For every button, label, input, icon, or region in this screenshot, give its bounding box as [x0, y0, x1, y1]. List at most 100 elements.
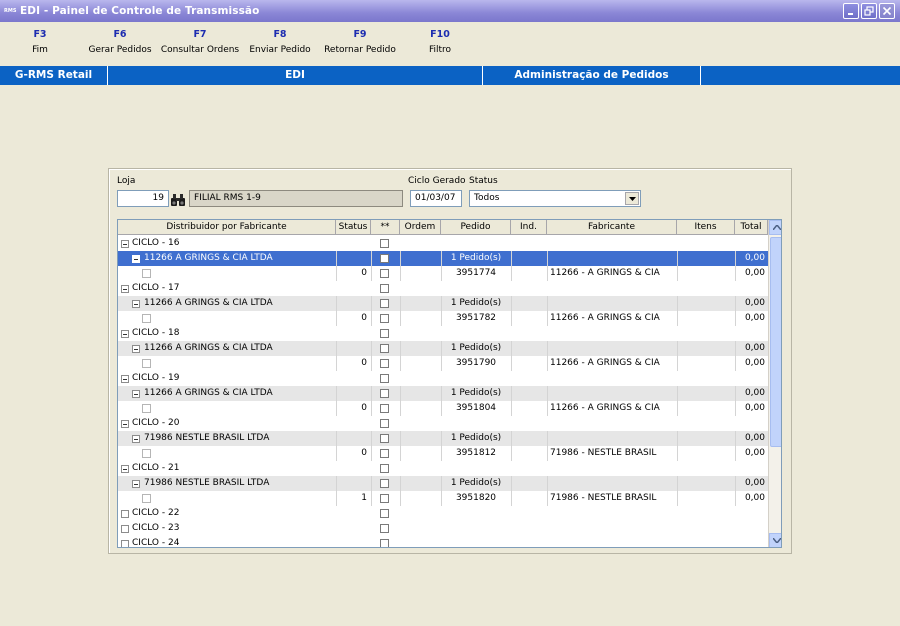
binoculars-search-icon[interactable]	[170, 192, 186, 208]
table-row[interactable]: CICLO - 18	[118, 326, 768, 341]
fkey-f9-retornar-pedido[interactable]: F9 Retornar Pedido	[320, 28, 400, 58]
table-row[interactable]: CICLO - 17	[118, 281, 768, 296]
table-row[interactable]: CICLO - 16	[118, 236, 768, 251]
orders-grid: Distribuidor por Fabricante Status ** Or…	[117, 219, 782, 548]
pedido-count: 1 Pedido(s)	[450, 388, 502, 398]
table-row[interactable]: 11266 A GRINGS & CIA LTDA 1 Pedido(s) 0,00	[118, 296, 768, 311]
row-checkbox[interactable]	[380, 434, 389, 443]
row-checkbox[interactable]	[380, 509, 389, 518]
col-total[interactable]: Total	[735, 220, 768, 235]
col-status[interactable]: Status	[336, 220, 371, 235]
table-row[interactable]: 1 3951820 71986 - NESTLE BRASIL 0,00	[118, 491, 768, 506]
total-value: 0,00	[744, 358, 765, 368]
empty-node-icon[interactable]	[121, 525, 129, 533]
close-icon	[882, 6, 892, 16]
row-checkbox[interactable]	[380, 464, 389, 473]
col-itens[interactable]: Itens	[677, 220, 735, 235]
table-row[interactable]: CICLO - 23	[118, 521, 768, 536]
table-row[interactable]: 0 3951774 11266 - A GRINGS & CIA 0,00	[118, 266, 768, 281]
row-checkbox[interactable]	[380, 449, 389, 458]
collapse-icon[interactable]	[132, 345, 140, 353]
table-row[interactable]: CICLO - 24	[118, 536, 768, 547]
collapse-icon[interactable]	[132, 435, 140, 443]
column-divider	[547, 296, 548, 311]
col-flag[interactable]: **	[371, 220, 400, 235]
row-checkbox[interactable]	[380, 284, 389, 293]
row-checkbox[interactable]	[380, 299, 389, 308]
distribuidor-label: 11266 A GRINGS & CIA LTDA	[144, 253, 273, 263]
fkey-f7-consultar-ordens[interactable]: F7 Consultar Ordens	[160, 28, 240, 58]
vertical-scrollbar[interactable]	[768, 220, 781, 547]
total-value: 0,00	[744, 343, 765, 353]
empty-node-icon[interactable]	[121, 540, 129, 547]
row-checkbox[interactable]	[380, 389, 389, 398]
fabricante-value: 11266 - A GRINGS & CIA	[550, 268, 660, 278]
table-row[interactable]: 11266 A GRINGS & CIA LTDA 1 Pedido(s) 0,00	[118, 386, 768, 401]
column-divider	[400, 401, 401, 416]
collapse-icon[interactable]	[121, 285, 129, 293]
row-checkbox[interactable]	[380, 374, 389, 383]
status-select[interactable]: Todos	[469, 190, 641, 207]
collapse-icon[interactable]	[121, 465, 129, 473]
restore-button[interactable]	[861, 3, 877, 19]
fkey-f8-enviar-pedido[interactable]: F8 Enviar Pedido	[247, 28, 313, 58]
dropdown-arrow-icon[interactable]	[625, 192, 639, 205]
row-checkbox[interactable]	[380, 239, 389, 248]
table-row[interactable]: 11266 A GRINGS & CIA LTDA 1 Pedido(s) 0,00	[118, 251, 768, 266]
column-divider	[547, 401, 548, 416]
scroll-thumb[interactable]	[770, 237, 781, 447]
row-checkbox[interactable]	[380, 254, 389, 263]
table-row[interactable]: 0 3951804 11266 - A GRINGS & CIA 0,00	[118, 401, 768, 416]
row-checkbox[interactable]	[380, 479, 389, 488]
row-checkbox[interactable]	[380, 539, 389, 547]
total-value: 0,00	[744, 253, 765, 263]
table-row[interactable]: CICLO - 22	[118, 506, 768, 521]
collapse-icon[interactable]	[121, 375, 129, 383]
total-value: 0,00	[744, 313, 765, 323]
collapse-icon[interactable]	[121, 330, 129, 338]
table-row[interactable]: CICLO - 19	[118, 371, 768, 386]
row-checkbox[interactable]	[380, 419, 389, 428]
row-checkbox[interactable]	[380, 344, 389, 353]
collapse-icon[interactable]	[121, 420, 129, 428]
row-checkbox[interactable]	[380, 404, 389, 413]
row-checkbox[interactable]	[380, 494, 389, 503]
column-divider	[371, 311, 372, 326]
screen-name: Administração de Pedidos	[483, 66, 701, 85]
table-row[interactable]: CICLO - 21	[118, 461, 768, 476]
scroll-up-button[interactable]	[769, 220, 781, 235]
collapse-icon[interactable]	[132, 390, 140, 398]
collapse-icon[interactable]	[121, 240, 129, 248]
fkey-f3-fim[interactable]: F3 Fim	[22, 28, 58, 58]
collapse-icon[interactable]	[132, 300, 140, 308]
row-checkbox[interactable]	[380, 329, 389, 338]
row-checkbox[interactable]	[380, 314, 389, 323]
table-row[interactable]: 71986 NESTLE BRASIL LTDA 1 Pedido(s) 0,00	[118, 476, 768, 491]
table-row[interactable]: 0 3951782 11266 - A GRINGS & CIA 0,00	[118, 311, 768, 326]
collapse-icon[interactable]	[132, 255, 140, 263]
minimize-button[interactable]	[843, 3, 859, 19]
table-row[interactable]: CICLO - 20	[118, 416, 768, 431]
empty-node-icon[interactable]	[121, 510, 129, 518]
fkey-f6-gerar-pedidos[interactable]: F6 Gerar Pedidos	[88, 28, 152, 58]
col-distribuidor[interactable]: Distribuidor por Fabricante	[118, 220, 336, 235]
fkey-f10-filtro[interactable]: F10 Filtro	[420, 28, 460, 58]
table-row[interactable]: 0 3951812 71986 - NESTLE BRASIL 0,00	[118, 446, 768, 461]
table-row[interactable]: 71986 NESTLE BRASIL LTDA 1 Pedido(s) 0,00	[118, 431, 768, 446]
ciclo-gerado-input[interactable]: 01/03/07	[410, 190, 462, 207]
row-checkbox[interactable]	[380, 269, 389, 278]
table-row[interactable]: 0 3951790 11266 - A GRINGS & CIA 0,00	[118, 356, 768, 371]
col-ind[interactable]: Ind.	[511, 220, 547, 235]
collapse-icon[interactable]	[132, 480, 140, 488]
col-fabricante[interactable]: Fabricante	[547, 220, 677, 235]
loja-input[interactable]: 19	[117, 190, 169, 207]
column-divider	[547, 386, 548, 401]
table-row[interactable]: 11266 A GRINGS & CIA LTDA 1 Pedido(s) 0,00	[118, 341, 768, 356]
row-checkbox[interactable]	[380, 359, 389, 368]
col-ordem[interactable]: Ordem	[400, 220, 441, 235]
close-button[interactable]	[879, 3, 895, 19]
scroll-down-button[interactable]	[769, 533, 781, 547]
col-pedido[interactable]: Pedido	[441, 220, 511, 235]
column-divider	[400, 386, 401, 401]
row-checkbox[interactable]	[380, 524, 389, 533]
